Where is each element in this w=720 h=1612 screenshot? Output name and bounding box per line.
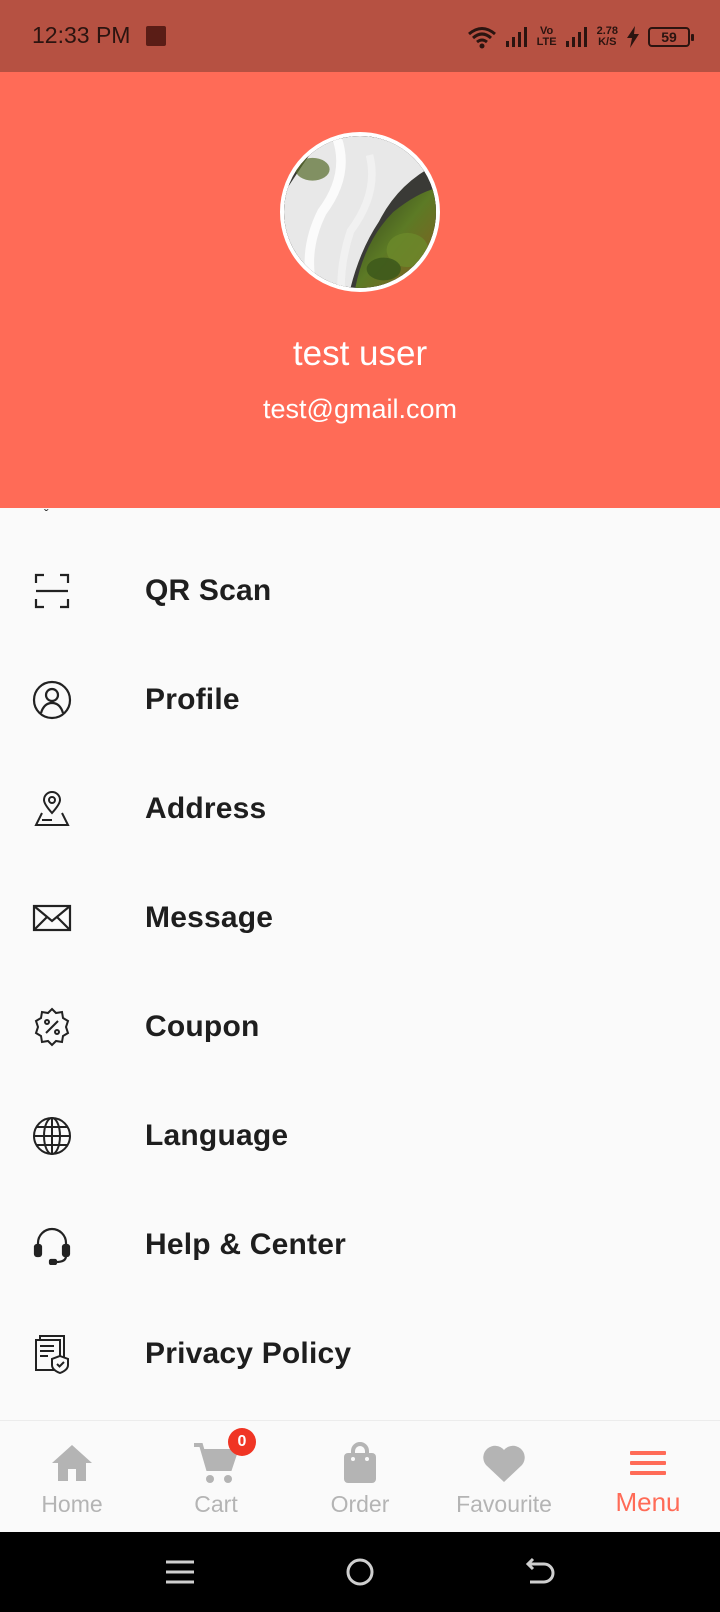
status-icons: Vo LTE 2.78 K/S 59 — [467, 22, 694, 52]
hamburger-menu-icon — [624, 1439, 672, 1487]
qr-scan-icon — [30, 569, 74, 613]
nav-label: Favourite — [456, 1491, 552, 1517]
scrolled-item-fragment: ˇ — [44, 508, 49, 522]
waterfall-image — [284, 136, 436, 288]
battery-level: 59 — [661, 29, 677, 45]
menu-item-help-center[interactable]: Help & Center — [0, 1189, 720, 1301]
menu-item-profile[interactable]: Profile — [0, 644, 720, 756]
home-circle-icon[interactable] — [340, 1552, 380, 1592]
back-icon[interactable] — [520, 1552, 560, 1592]
menu-item-label: Help & Center — [145, 1228, 346, 1261]
nav-order[interactable]: Order — [288, 1421, 432, 1533]
status-bar: 12:33 PM Vo LTE 2.78 K/S 59 — [0, 0, 720, 72]
menu-item-label: Message — [145, 901, 274, 934]
envelope-icon — [30, 896, 74, 940]
menu-item-coupon[interactable]: Coupon — [0, 971, 720, 1083]
menu-item-language[interactable]: Language — [0, 1080, 720, 1192]
user-name: test user — [292, 334, 428, 373]
menu-item-label: Privacy Policy — [145, 1337, 352, 1370]
volte-bottom: LTE — [536, 36, 557, 48]
charging-bolt-icon — [627, 26, 639, 48]
cart-badge: 0 — [228, 1428, 256, 1456]
menu-item-label: QR Scan — [145, 574, 272, 607]
volte-icon: Vo LTE — [537, 26, 557, 48]
nav-cart[interactable]: 0 Cart — [144, 1421, 288, 1533]
recent-apps-icon[interactable] — [160, 1552, 200, 1592]
notification-icon — [146, 26, 166, 46]
menu-item-label: Coupon — [145, 1010, 260, 1043]
globe-icon — [30, 1114, 74, 1158]
home-icon — [48, 1439, 96, 1487]
shopping-bag-icon — [336, 1439, 384, 1487]
signal-icon — [505, 27, 527, 47]
menu-item-qr-scan[interactable]: QR Scan — [0, 535, 720, 647]
drawer-header: test user test@gmail.com — [0, 72, 720, 508]
menu-item-address[interactable]: Address — [0, 753, 720, 865]
signal-icon-2 — [565, 27, 587, 47]
bottom-navigation: Home 0 Cart Order Favourite Menu — [0, 1420, 720, 1532]
profile-icon — [30, 678, 74, 722]
nav-label: Order — [330, 1491, 390, 1517]
network-speed: 2.78 K/S — [597, 26, 618, 48]
nav-label: Cart — [194, 1491, 238, 1517]
system-navigation-bar — [0, 1532, 720, 1612]
wifi-icon — [467, 27, 496, 49]
battery-icon: 59 — [648, 27, 694, 47]
drawer-menu-list[interactable]: ˇ QR Scan Profile Address Message Coupon… — [0, 508, 720, 1420]
menu-item-label: Profile — [145, 683, 240, 716]
user-email: test@gmail.com — [263, 394, 457, 424]
network-speed-unit: K/S — [598, 36, 617, 48]
headset-icon — [30, 1223, 74, 1267]
menu-item-message[interactable]: Message — [0, 862, 720, 974]
nav-menu[interactable]: Menu — [576, 1421, 720, 1533]
heart-icon — [480, 1439, 528, 1487]
map-pin-icon — [30, 787, 74, 831]
menu-item-label: Address — [145, 792, 267, 825]
nav-home[interactable]: Home — [0, 1421, 144, 1533]
nav-label: Home — [41, 1491, 103, 1517]
status-time: 12:33 PM — [32, 22, 131, 48]
nav-label: Menu — [615, 1487, 681, 1517]
privacy-doc-icon — [30, 1332, 74, 1376]
avatar[interactable] — [280, 132, 440, 292]
nav-favourite[interactable]: Favourite — [432, 1421, 576, 1533]
menu-item-privacy-policy[interactable]: Privacy Policy — [0, 1298, 720, 1410]
coupon-icon — [30, 1005, 74, 1049]
menu-item-label: Language — [145, 1119, 289, 1152]
